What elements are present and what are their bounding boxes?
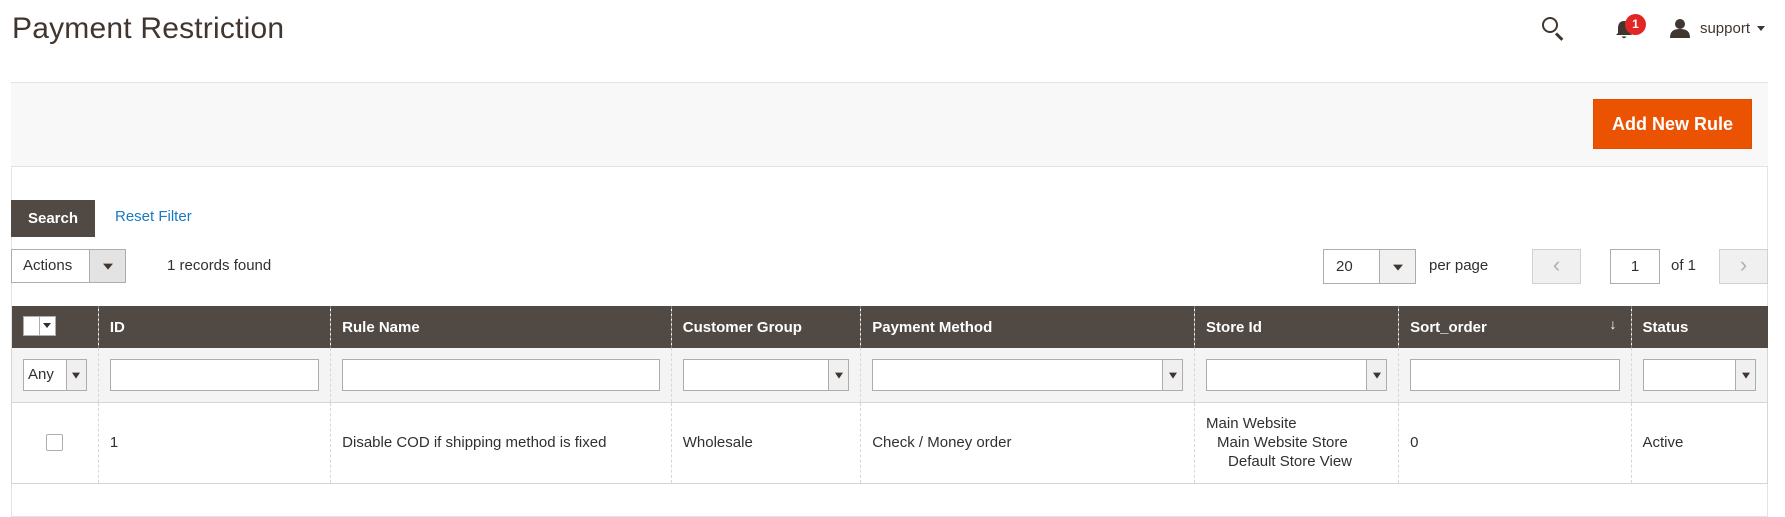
column-header-store-id[interactable]: Store Id (1194, 306, 1399, 348)
user-menu[interactable]: support (1669, 18, 1765, 38)
store-view: Default Store View (1228, 453, 1353, 470)
chevron-down-icon (828, 359, 849, 390)
current-page-input[interactable] (1610, 249, 1660, 284)
filter-cell-payment-method (860, 348, 1195, 403)
cell-store-id: Main Website Main Website Store Default … (1194, 402, 1399, 484)
chevron-down-icon (65, 359, 86, 390)
notifications-button[interactable]: 1 (1611, 14, 1646, 42)
per-page-label: per page (1429, 257, 1489, 274)
next-page-button[interactable]: › (1719, 249, 1768, 284)
row-checkbox[interactable] (46, 434, 64, 451)
row-select-cell (11, 402, 99, 484)
column-header-payment-method[interactable]: Payment Method (860, 306, 1195, 348)
chevron-down-icon (1757, 25, 1765, 31)
cell-id: 1 (97, 402, 331, 484)
column-header-rule-name[interactable]: Rule Name (330, 306, 672, 348)
sort-order-filter-input[interactable] (1410, 358, 1620, 391)
column-header-status[interactable]: Status (1630, 306, 1768, 348)
user-name: support (1699, 19, 1750, 37)
cell-sort-order: 0 (1398, 402, 1631, 484)
grid-header-row: ID Rule Name Customer Group Payment Meth… (11, 306, 1768, 348)
mass-select-header[interactable] (11, 306, 99, 348)
chevron-left-icon: ‹ (1552, 252, 1561, 277)
filter-cell-mass: Any (11, 348, 99, 403)
chevron-down-icon (1162, 359, 1183, 390)
reset-filter-link[interactable]: Reset Filter (115, 208, 192, 225)
notification-badge: 1 (1624, 14, 1646, 35)
records-found: 1 records found (167, 257, 272, 274)
search-icon[interactable] (1539, 14, 1567, 42)
previous-page-button[interactable]: ‹ (1532, 249, 1581, 284)
mass-actions-dropdown[interactable]: Actions (11, 249, 126, 283)
column-header-id[interactable]: ID (97, 306, 331, 348)
column-header-customer-group[interactable]: Customer Group (670, 306, 861, 348)
sort-desc-icon: ↓ (1609, 316, 1617, 332)
cell-rule-name: Disable COD if shipping method is fixed (330, 402, 672, 484)
search-handle (1554, 32, 1564, 41)
cell-status: Active (1630, 402, 1768, 484)
store-website: Main Website (1206, 415, 1297, 432)
per-page-dropdown[interactable]: 20 (1323, 249, 1416, 284)
filter-cell-id (97, 348, 331, 403)
store-id-filter-select[interactable] (1206, 358, 1388, 391)
sort-order-label: Sort_order (1410, 318, 1487, 336)
cell-customer-group: Wholesale (670, 402, 861, 484)
filter-cell-customer-group (670, 348, 861, 403)
payment-method-filter-select[interactable] (872, 358, 1184, 391)
rules-grid: ID Rule Name Customer Group Payment Meth… (11, 306, 1768, 484)
chevron-down-icon (1735, 359, 1755, 390)
cell-payment-method: Check / Money order (860, 402, 1195, 484)
search-button[interactable]: Search (11, 200, 95, 237)
id-filter-input[interactable] (109, 358, 320, 391)
mass-filter-value: Any (28, 365, 54, 383)
page-title: Payment Restriction (12, 12, 285, 45)
mass-filter-select[interactable]: Any (23, 358, 87, 391)
filter-cell-sort-order (1398, 348, 1631, 403)
mass-select-checkbox[interactable] (22, 315, 56, 336)
customer-group-filter-select[interactable] (682, 358, 850, 391)
chevron-down-icon (42, 323, 51, 328)
filter-cell-store-id (1194, 348, 1399, 403)
chevron-down-icon (89, 250, 125, 282)
chevron-right-icon: › (1739, 252, 1748, 277)
store-group: Main Website Store (1217, 434, 1348, 451)
per-page-value: 20 (1336, 258, 1353, 275)
chevron-down-icon (1379, 250, 1415, 283)
status-filter-select[interactable] (1642, 358, 1756, 391)
search-lens (1541, 17, 1558, 33)
table-row[interactable]: 1 Disable COD if shipping method is fixe… (11, 402, 1768, 484)
column-header-sort-order[interactable]: Sort_order ↓ (1398, 306, 1631, 348)
page-actions-bar: Add New Rule (11, 82, 1768, 167)
filter-cell-status (1630, 348, 1768, 403)
user-icon (1669, 19, 1690, 38)
total-pages-label: of 1 (1671, 257, 1697, 274)
header-actions: 1 support (1539, 12, 1765, 44)
mass-actions-label: Actions (23, 257, 73, 274)
rule-name-filter-input[interactable] (342, 358, 660, 391)
filter-row: Any (11, 348, 1768, 403)
chevron-down-icon (1366, 359, 1387, 390)
add-new-rule-button[interactable]: Add New Rule (1592, 99, 1752, 149)
filter-cell-rule-name (330, 348, 672, 403)
